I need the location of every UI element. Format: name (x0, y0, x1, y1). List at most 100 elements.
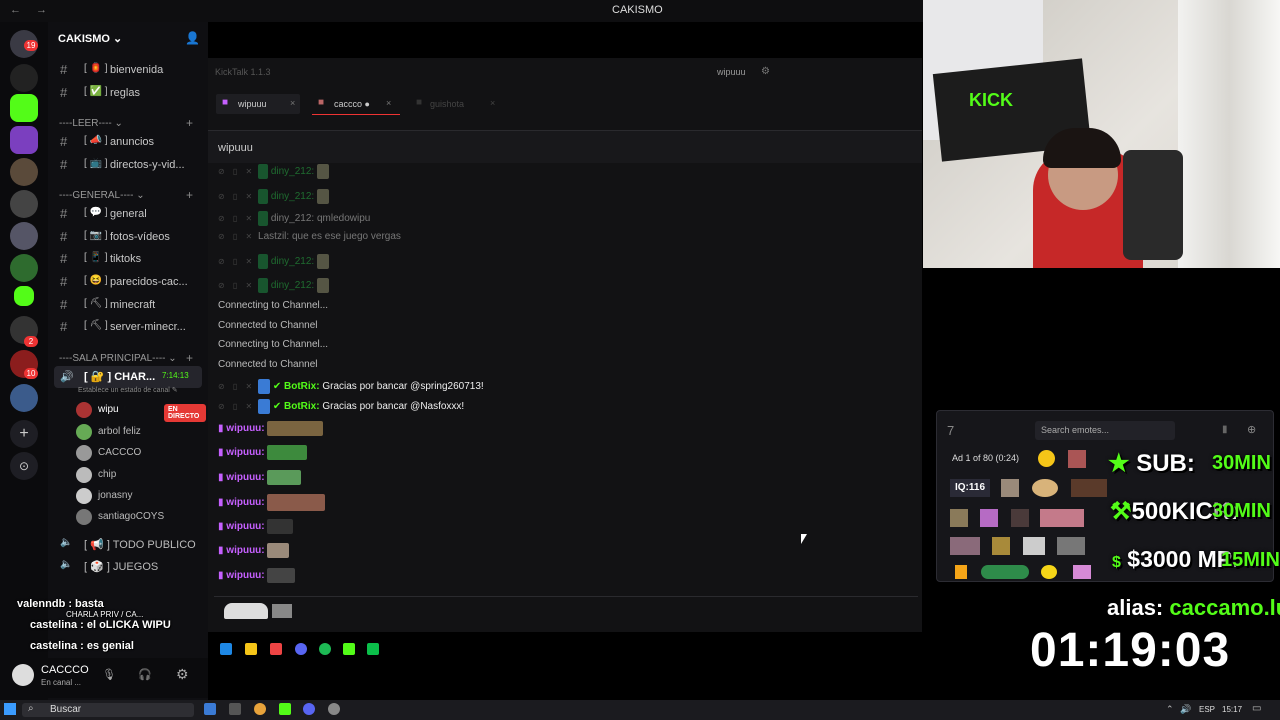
emote-item[interactable] (1023, 537, 1045, 555)
channel-reglas[interactable]: #[ ✅ ] reglas (48, 83, 208, 103)
emote-item[interactable] (1001, 479, 1019, 497)
emote-item[interactable] (1011, 509, 1029, 527)
server-name[interactable]: CAKISMO ⌄ (58, 32, 122, 45)
brave-icon[interactable] (270, 643, 282, 655)
voice-user[interactable]: jonasny (76, 487, 206, 507)
category-general[interactable]: ----GENERAL---- ⌄ + (59, 188, 193, 202)
channel-directos[interactable]: #[ 📺 ] directos-y-vid... (48, 155, 208, 175)
microphone-icon[interactable]: 🎙 (102, 668, 116, 681)
channel-general[interactable]: #[ 💬 ] general (48, 204, 208, 224)
windows-icon[interactable] (220, 643, 232, 655)
emote-item[interactable] (981, 565, 1029, 579)
obs-icon[interactable] (328, 703, 340, 715)
server-icon[interactable] (10, 126, 38, 154)
folder-icon[interactable] (245, 643, 257, 655)
spotify-icon[interactable] (319, 643, 331, 655)
tab-guishota[interactable]: ■ guishota × (412, 94, 500, 114)
task-view-icon[interactable] (204, 703, 216, 715)
emote-search-input[interactable]: Search emotes... (1035, 421, 1175, 440)
user-name: CACCCO (41, 664, 89, 676)
channel-bienvenida[interactable]: #[ 🏮 ] bienvenida (48, 60, 208, 80)
kick-icon[interactable] (279, 703, 291, 715)
emote-item[interactable] (950, 537, 980, 555)
channel-server-minecraft[interactable]: #[ ⛏ ] server-minecr... (48, 317, 208, 337)
start-icon[interactable] (4, 703, 16, 715)
emote-item[interactable] (1073, 565, 1091, 579)
emote-item[interactable] (992, 537, 1010, 555)
notifications-icon[interactable]: ▭ (1252, 703, 1261, 714)
gear-icon[interactable]: ⚙ (176, 666, 189, 683)
avatar[interactable] (12, 664, 34, 686)
headphones-icon[interactable]: 🎧 (138, 668, 152, 681)
emote-item[interactable] (1071, 479, 1107, 497)
chat-input[interactable] (214, 596, 918, 627)
channel-minecraft[interactable]: #[ ⛏ ] minecraft (48, 295, 208, 315)
voice-user-wipu[interactable]: wipu EN DIRECTO (76, 401, 206, 422)
chat-message-wipu: ▮ wipuuu: (218, 568, 296, 583)
globe-icon[interactable]: ⊕ (1247, 423, 1256, 436)
channel-fotos-videos[interactable]: #[ 📷 ] fotos-vídeos (48, 227, 208, 247)
channel-tiktoks[interactable]: #[ 📱 ] tiktoks (48, 249, 208, 269)
discover-icon[interactable]: ⊙ (10, 452, 38, 480)
emote-item[interactable]: IQ:116 (950, 479, 990, 497)
add-member-icon[interactable]: 👤 (185, 31, 200, 45)
kicktalk-icon[interactable] (367, 643, 379, 655)
emote-item[interactable] (955, 565, 967, 579)
tab-wipuuu[interactable]: ■ wipuuu × (216, 94, 300, 114)
emote-item[interactable] (950, 509, 968, 527)
volume-icon[interactable]: 🔊 (1180, 704, 1191, 715)
emote-item[interactable] (980, 509, 998, 527)
channel-header: wipuuu (208, 131, 922, 163)
tab-avatar-icon: ■ (416, 97, 423, 108)
emote-item[interactable] (1038, 450, 1055, 467)
emote-item[interactable] (1041, 565, 1057, 579)
category-sala-principal[interactable]: ----SALA PRINCIPAL---- ⌄ + (59, 351, 193, 365)
kick-server-icon[interactable] (10, 94, 38, 122)
tab-avatar-icon: ■ (222, 97, 229, 108)
taskbar-search[interactable]: ⌕ Buscar (22, 703, 194, 717)
channel-anuncios[interactable]: #[ 📣 ] anuncios (48, 132, 208, 152)
tab-caccco[interactable]: ■ caccco ● × (312, 94, 400, 115)
discord-icon[interactable] (295, 643, 307, 655)
clock[interactable]: 15:17 (1222, 705, 1242, 714)
add-server-icon[interactable]: + (10, 420, 38, 448)
emote-item[interactable] (1057, 537, 1085, 555)
user-panel: CACCCO En canal ... 🎙 🎧 ⚙ (0, 658, 208, 698)
chat-message: ⊘ ▯ ✕ diny_212: qmledowipu (218, 211, 370, 226)
channel-status[interactable]: Establece un estado de canal ✎ (78, 386, 178, 394)
voice-user[interactable]: CACCCO (76, 444, 206, 464)
voice-user[interactable]: arbol feliz (76, 423, 206, 443)
banner-logo-icon: KICK (969, 90, 1013, 110)
window-title: CAKISMO (612, 4, 663, 16)
goal-mp-time: 15MIN (1221, 549, 1280, 571)
chat-message-wipu: ▮ wipuuu: (218, 519, 294, 534)
emote-item[interactable] (1040, 509, 1084, 527)
emote-item[interactable] (1032, 479, 1058, 497)
voice-user[interactable]: santiagoCOYS (76, 508, 206, 528)
voice-user[interactable]: chip (76, 466, 206, 486)
voice-channel-active[interactable]: 🔊 [ 🔐 ] CHAR... 7:14:13 (54, 366, 202, 388)
emote-item[interactable] (1068, 450, 1086, 468)
voice-channel-todo-publico[interactable]: 🔈[ 📢 ] TODO PUBLICO (48, 534, 208, 554)
server-icon[interactable] (10, 222, 38, 250)
tray-chevron-icon[interactable]: ⌃ (1166, 704, 1174, 715)
server-icon[interactable] (10, 190, 38, 218)
kicktalk-user[interactable]: wipuuu (717, 67, 746, 77)
server-icon[interactable] (10, 254, 38, 282)
chrome-icon[interactable] (254, 703, 266, 715)
voice-channel-juegos[interactable]: 🔈[ 🎲 ] JUEGOS (48, 556, 208, 576)
discord-icon[interactable] (303, 703, 315, 715)
terminal-icon[interactable] (229, 703, 241, 715)
nav-arrows[interactable]: ← → (10, 4, 53, 16)
chat-message-bot: ⊘ ▯ ✕ ✔ BotRix: Gracias por bancar @Nasf… (218, 399, 464, 414)
kick-server-icon[interactable] (14, 286, 34, 306)
language-indicator[interactable]: ESP (1199, 705, 1215, 714)
server-icon[interactable] (10, 158, 38, 186)
channel-parecidos[interactable]: #[ 😆 ] parecidos-cac... (48, 272, 208, 292)
emote-set-icon[interactable]: ▮ (1222, 424, 1228, 435)
server-icon[interactable] (10, 384, 38, 412)
category-leer[interactable]: ----LEER---- ⌄ + (59, 116, 193, 130)
server-icon[interactable] (10, 64, 38, 92)
settings-icon[interactable]: ⚙ (761, 66, 770, 77)
kick-icon[interactable] (343, 643, 355, 655)
